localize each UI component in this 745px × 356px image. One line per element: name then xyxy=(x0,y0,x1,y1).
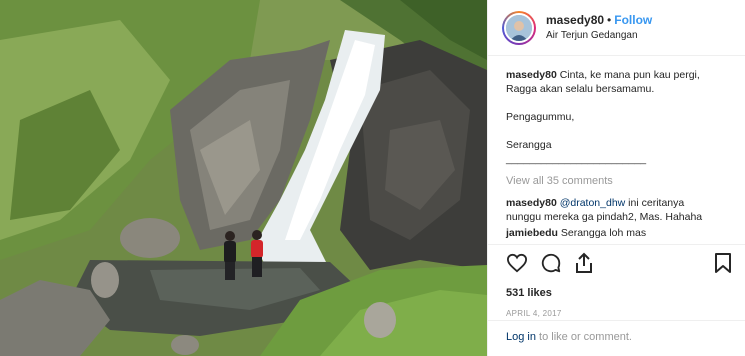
caption-line-3: Pengagummu, xyxy=(506,111,575,123)
share-icon[interactable] xyxy=(574,252,594,279)
comments-section: masedy80 Cinta, ke mana pun kau pergi, R… xyxy=(488,56,745,244)
caption-line-2: Ragga akan selalu bersamamu. xyxy=(506,83,655,95)
avatar[interactable] xyxy=(502,10,536,45)
comment-username[interactable]: masedy80 xyxy=(506,197,557,209)
comment-text: ini ceritanya xyxy=(625,197,685,209)
comment-item: jamiebedu Serangga loh mas xyxy=(506,226,732,240)
likes-count[interactable]: 531 likes xyxy=(506,287,732,299)
post-photo[interactable] xyxy=(0,0,487,356)
caption-line-4: Serangga xyxy=(506,139,552,151)
post-header: masedy80 • Follow Air Terjun Gedangan xyxy=(488,0,745,56)
caption-username[interactable]: masedy80 xyxy=(506,69,557,81)
header-separator: • xyxy=(607,13,612,27)
login-text: to like or comment. xyxy=(535,331,632,343)
header-username[interactable]: masedy80 xyxy=(546,13,604,27)
comment-mention[interactable]: @draton_dhw xyxy=(560,197,626,209)
location-link[interactable]: Air Terjun Gedangan xyxy=(546,28,652,43)
instagram-post: masedy80 • Follow Air Terjun Gedangan mase… xyxy=(0,0,745,356)
view-all-comments-link[interactable]: View all 35 comments xyxy=(506,174,732,188)
comment-icon[interactable] xyxy=(540,252,562,279)
avatar-image xyxy=(504,12,534,43)
heart-icon[interactable] xyxy=(506,253,528,278)
post-date: APRIL 4, 2017 xyxy=(506,309,562,318)
follow-button[interactable]: Follow xyxy=(614,13,652,27)
login-link[interactable]: Log in xyxy=(506,331,536,343)
person-red xyxy=(251,230,263,277)
waterfall-image xyxy=(0,0,487,356)
bookmark-icon[interactable] xyxy=(714,252,732,279)
caption-line-5: ________________________ xyxy=(506,153,647,165)
comment-text-continued: nunggu mereka ga pindah2, Mas. Hahaha xyxy=(506,211,703,223)
comment-text: Serangga loh mas xyxy=(560,227,647,239)
caption-line-1: masedy80 Cinta, ke mana pun kau pergi, xyxy=(506,68,732,82)
post-sidebar: masedy80 • Follow Air Terjun Gedangan mase… xyxy=(487,0,745,356)
comment-username[interactable]: jamiebedu xyxy=(506,227,558,239)
header-text: masedy80 • Follow Air Terjun Gedangan xyxy=(546,12,652,43)
action-icons xyxy=(506,252,732,279)
login-prompt: Log in to like or comment. xyxy=(488,320,745,356)
caption-text-1: Cinta, ke mana pun kau pergi, xyxy=(559,69,700,81)
comment-item: masedy80 @draton_dhw ini ceritanya nungg… xyxy=(506,196,732,224)
person-black xyxy=(224,231,236,280)
